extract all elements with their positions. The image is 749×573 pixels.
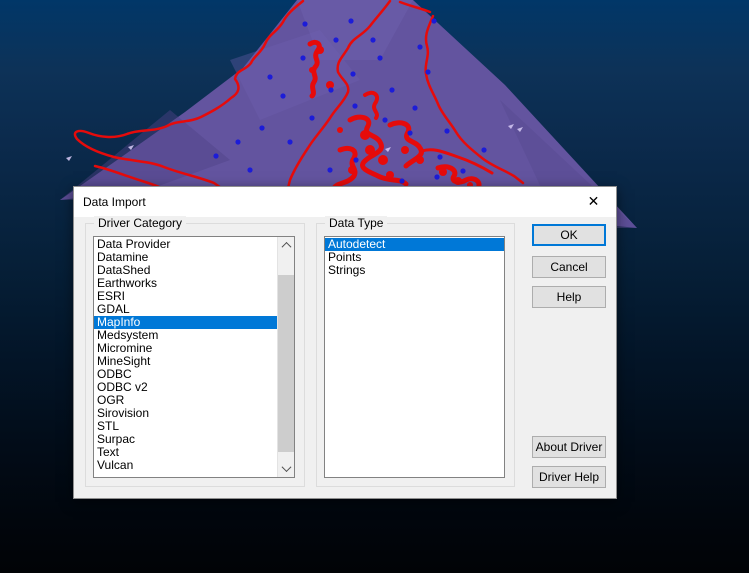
scroll-down-icon[interactable] <box>278 460 294 477</box>
scroll-up-icon[interactable] <box>278 237 294 254</box>
viewport-background: Data Import ✕ Driver Category Data Provi… <box>0 0 749 573</box>
data-type-items: Autodetect Points Strings <box>325 238 504 477</box>
dialog-title: Data Import <box>83 195 146 209</box>
chevron-down-icon <box>281 462 291 473</box>
driver-category-listbox[interactable]: Data Provider Datamine DataShed Earthworks E… <box>93 236 295 478</box>
cancel-button[interactable]: Cancel <box>532 256 606 278</box>
driver-category-label: Driver Category <box>94 216 187 230</box>
data-type-label: Data Type <box>325 216 388 230</box>
data-import-dialog: Data Import ✕ Driver Category Data Provi… <box>73 186 617 499</box>
scrollbar-thumb[interactable] <box>278 275 294 452</box>
about-driver-button[interactable]: About Driver <box>532 436 606 458</box>
list-item-strings[interactable]: Strings <box>325 264 504 277</box>
data-type-listbox[interactable]: Autodetect Points Strings <box>324 236 505 478</box>
driver-help-button[interactable]: Driver Help <box>532 466 606 488</box>
list-item-vulcan[interactable]: Vulcan <box>94 459 277 472</box>
list-item-sirovision[interactable]: Sirovision <box>94 407 277 420</box>
help-button[interactable]: Help <box>532 286 606 308</box>
ok-button[interactable]: OK <box>532 224 606 246</box>
close-icon[interactable]: ✕ <box>571 187 616 216</box>
driver-category-items: Data Provider Datamine DataShed Earthworks E… <box>94 238 277 477</box>
chevron-up-icon <box>281 241 291 252</box>
list-item-surpac[interactable]: Surpac <box>94 433 277 446</box>
dialog-titlebar[interactable]: Data Import ✕ <box>74 187 616 217</box>
driver-list-scrollbar[interactable] <box>277 237 294 477</box>
